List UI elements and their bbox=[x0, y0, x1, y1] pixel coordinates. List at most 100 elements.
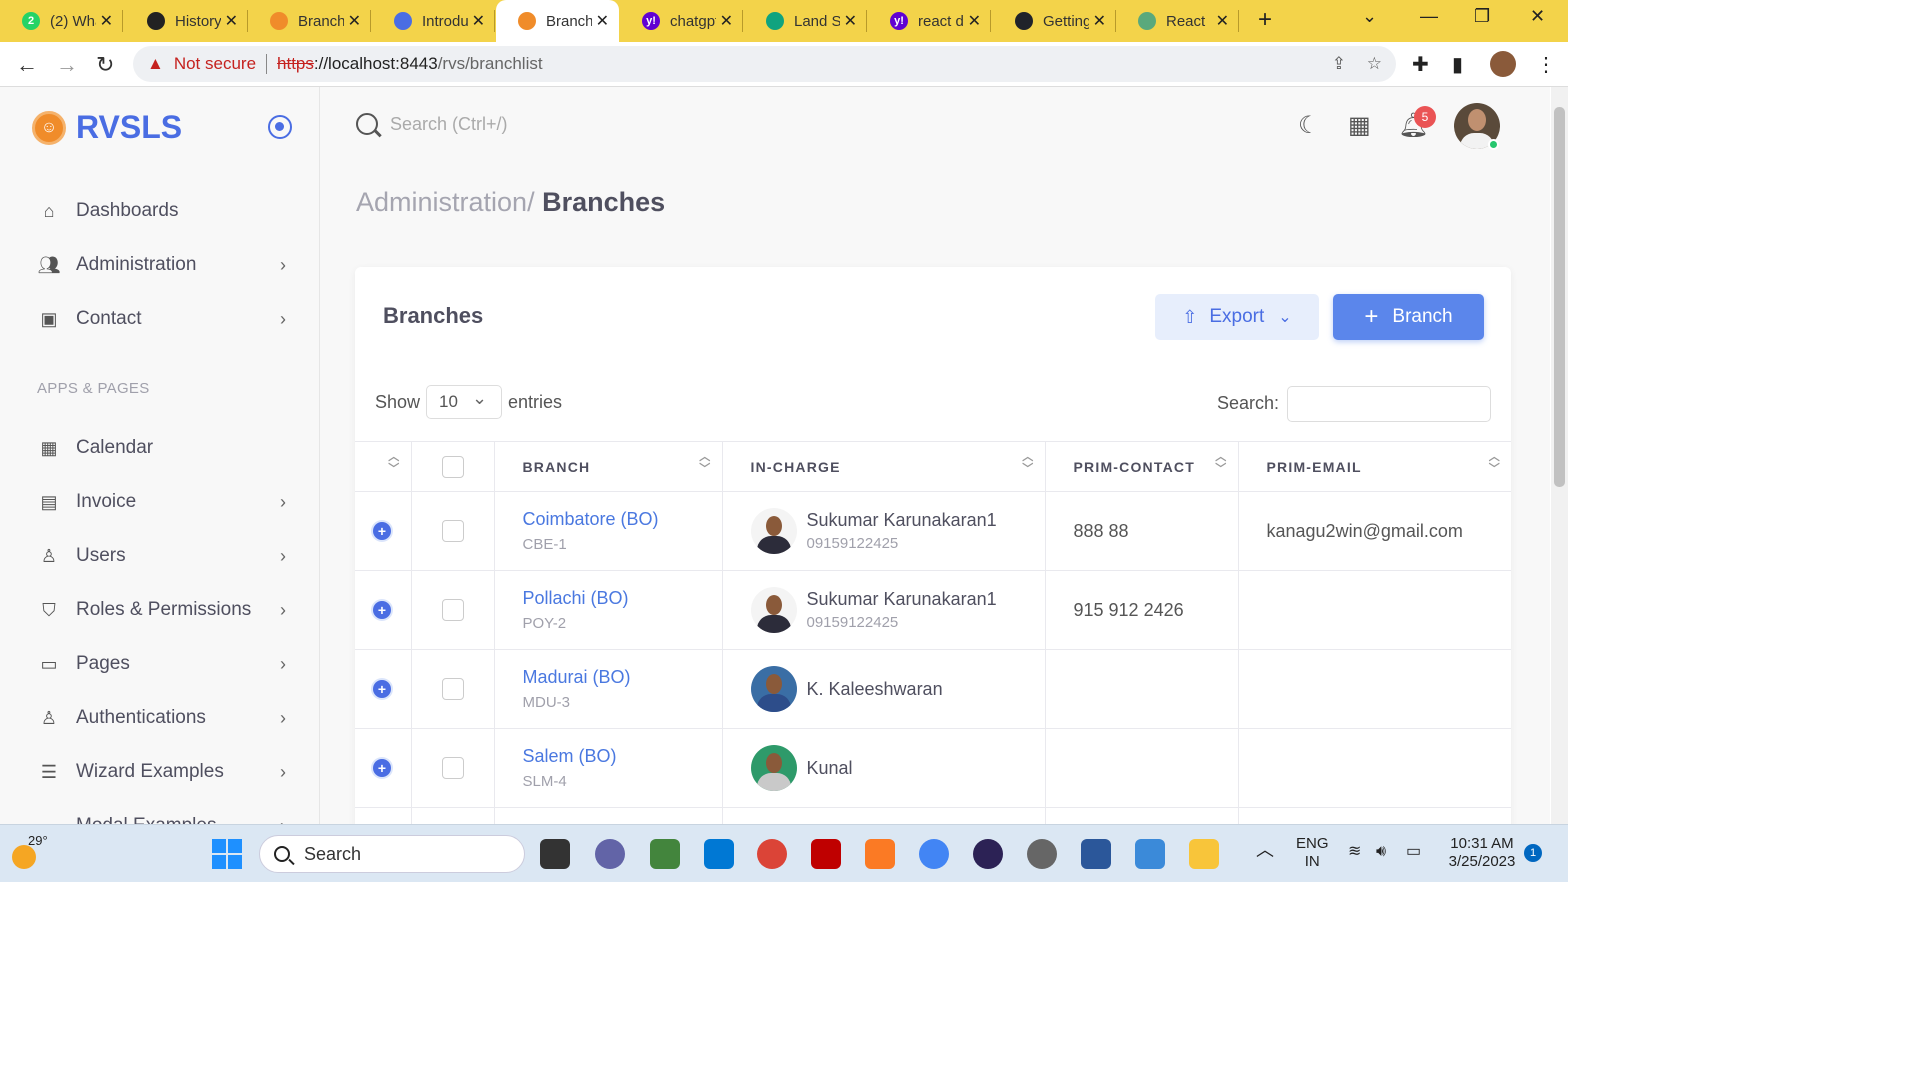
vscode-icon[interactable] bbox=[704, 839, 734, 869]
file-explorer-icon[interactable] bbox=[1189, 839, 1219, 869]
url-field[interactable]: ▲ Not secure https ://localhost:8443 /rv… bbox=[133, 46, 1396, 82]
scrollbar-thumb[interactable] bbox=[1554, 107, 1565, 487]
new-tab-button[interactable]: + bbox=[1245, 6, 1285, 34]
wifi-icon[interactable]: ≋ bbox=[1348, 843, 1361, 861]
filezilla-icon[interactable] bbox=[811, 839, 841, 869]
side-panel-icon[interactable]: ▮ bbox=[1452, 52, 1463, 77]
close-tab-icon[interactable]: ✕ bbox=[225, 11, 238, 31]
expand-row-icon[interactable]: + bbox=[373, 759, 391, 777]
browser-menu-icon[interactable]: ⋮ bbox=[1536, 52, 1556, 77]
settings-gear-icon[interactable] bbox=[1027, 839, 1057, 869]
column-header-in-charge[interactable]: IN-CHARGE ︿ ﹀ bbox=[722, 441, 1046, 492]
restore-icon[interactable]: ❐ bbox=[1474, 6, 1490, 27]
browser-tab[interactable]: y! react drawer✕ bbox=[868, 0, 991, 42]
minimize-icon[interactable]: — bbox=[1420, 6, 1438, 27]
select-all-checkbox[interactable] bbox=[441, 455, 464, 478]
row-checkbox[interactable] bbox=[441, 599, 464, 621]
close-tab-icon[interactable]: ✕ bbox=[968, 11, 981, 31]
bookmark-star-icon[interactable]: ☆ bbox=[1367, 54, 1382, 74]
table-search-input[interactable] bbox=[1287, 386, 1491, 422]
branch-name-link[interactable]: Madurai (BO) bbox=[523, 667, 722, 688]
task-view-icon[interactable] bbox=[540, 839, 570, 869]
browser-tab[interactable]: Introduction✕ bbox=[372, 0, 495, 42]
browser-tab[interactable]: Getting Started✕ bbox=[993, 0, 1116, 42]
back-icon[interactable]: ← bbox=[16, 52, 38, 78]
sidebar-item-modal-examples[interactable]: ▬ Modal Examples › bbox=[36, 806, 296, 824]
taskbar-search[interactable]: Search bbox=[259, 835, 525, 873]
close-tab-icon[interactable]: ✕ bbox=[844, 11, 857, 31]
teams-chat-icon[interactable] bbox=[595, 839, 625, 869]
sidebar-item-contact[interactable]: ▣ Contact › bbox=[36, 299, 296, 339]
sidebar-item-calendar[interactable]: ▦ Calendar bbox=[36, 428, 296, 468]
eclipse-icon[interactable] bbox=[973, 839, 1003, 869]
browser-tab[interactable]: History ✕ bbox=[125, 0, 248, 42]
page-scrollbar[interactable] bbox=[1551, 87, 1568, 824]
branch-name-link[interactable]: Coimbatore (BO) bbox=[523, 509, 722, 530]
extensions-icon[interactable]: ✚ bbox=[1412, 52, 1429, 77]
language-indicator[interactable]: ENG IN bbox=[1296, 835, 1329, 871]
brand-logo[interactable]: ☺ RVSLS bbox=[32, 109, 182, 146]
browser-tab[interactable]: React ✕ bbox=[1116, 0, 1239, 42]
forward-icon[interactable]: → bbox=[56, 52, 78, 78]
close-tab-icon[interactable]: ✕ bbox=[1216, 11, 1229, 31]
shortcuts-grid-icon[interactable]: ▦ bbox=[1348, 111, 1371, 140]
sidebar-item-users[interactable]: ♙ Users › bbox=[36, 536, 296, 576]
notification-center-badge[interactable]: 1 bbox=[1524, 844, 1542, 862]
sidebar-item-wizard-examples[interactable]: ☰ Wizard Examples › bbox=[36, 752, 296, 792]
browser-tab[interactable]: Land Surveyor✕ bbox=[744, 0, 867, 42]
add-branch-button[interactable]: + Branch bbox=[1333, 294, 1484, 340]
sidebar-item-authentications[interactable]: ♙ Authentications › bbox=[36, 698, 296, 738]
entries-select[interactable]: 10 bbox=[426, 385, 503, 419]
reload-icon[interactable]: ↻ bbox=[96, 52, 114, 78]
sidebar-item-dashboards[interactable]: ⌂ Dashboards bbox=[36, 191, 296, 231]
battery-icon[interactable]: ▭ bbox=[1406, 843, 1421, 861]
close-tab-icon[interactable]: ✕ bbox=[472, 11, 485, 31]
row-checkbox[interactable] bbox=[441, 757, 464, 779]
close-window-icon[interactable]: ✕ bbox=[1530, 6, 1545, 27]
close-tab-icon[interactable]: ✕ bbox=[348, 11, 361, 31]
word-icon[interactable] bbox=[1081, 839, 1111, 869]
dark-mode-icon[interactable]: ☾ bbox=[1298, 111, 1320, 140]
sidebar-item-pages[interactable]: ▭ Pages › bbox=[36, 644, 296, 684]
global-search[interactable]: Search (Ctrl+/) bbox=[356, 113, 508, 135]
column-header-branch[interactable]: BRANCH ︿ ﹀ bbox=[494, 441, 723, 492]
row-checkbox[interactable] bbox=[441, 520, 464, 542]
share-icon[interactable]: ⇪ bbox=[1332, 54, 1346, 74]
sidebar-toggle-icon[interactable] bbox=[268, 115, 292, 139]
export-button[interactable]: ⇧ Export ⌄ bbox=[1155, 294, 1319, 340]
browser-tab[interactable]: y! chatgpt ✕ bbox=[620, 0, 743, 42]
close-tab-icon[interactable]: ✕ bbox=[596, 11, 609, 31]
close-tab-icon[interactable]: ✕ bbox=[100, 11, 113, 31]
expand-column-header[interactable]: ︿ ﹀ bbox=[355, 441, 412, 492]
clock[interactable]: 10:31 AM 3/25/2023 bbox=[1444, 835, 1520, 871]
column-header-prim-contact[interactable]: PRIM-CONTACT ︿ ﹀ bbox=[1045, 441, 1239, 492]
sidebar-item-roles-permissions[interactable]: ⛉ Roles & Permissions › bbox=[36, 590, 296, 630]
start-button[interactable] bbox=[212, 839, 242, 869]
branch-name-link[interactable]: Salem (BO) bbox=[523, 746, 722, 767]
browser-tab[interactable]: Branches✕ bbox=[248, 0, 371, 42]
browser-tab[interactable]: 2 (2) WhatsApp✕ bbox=[0, 0, 123, 42]
sidebar-item-administration[interactable]: 👥︎ Administration › bbox=[36, 245, 296, 285]
profile-avatar-icon[interactable] bbox=[1490, 51, 1516, 77]
sidebar-item-invoice[interactable]: ▤ Invoice › bbox=[36, 482, 296, 522]
show-hidden-icons-icon[interactable]: ︿ bbox=[1256, 841, 1274, 859]
chrome-icon[interactable] bbox=[757, 839, 787, 869]
expand-row-icon[interactable]: + bbox=[373, 680, 391, 698]
chrome-active-icon[interactable] bbox=[919, 839, 949, 869]
xampp-icon[interactable] bbox=[865, 839, 895, 869]
close-tab-icon[interactable]: ✕ bbox=[1093, 11, 1106, 31]
close-tab-icon[interactable]: ✕ bbox=[720, 11, 733, 31]
weather-widget[interactable]: 29° bbox=[12, 833, 48, 874]
breadcrumb-parent[interactable]: Administration/ bbox=[356, 187, 535, 217]
branch-name-link[interactable]: Pollachi (BO) bbox=[523, 588, 722, 609]
tab-search-icon[interactable]: ⌄ bbox=[1362, 6, 1377, 27]
column-header-prim-email[interactable]: PRIM-EMAIL ︿ ﹀ bbox=[1238, 441, 1511, 492]
row-checkbox[interactable] bbox=[441, 678, 464, 700]
browser-tab[interactable]: Branches✕ bbox=[496, 0, 619, 42]
expand-row-icon[interactable]: + bbox=[373, 522, 391, 540]
expand-row-icon[interactable]: + bbox=[373, 601, 391, 619]
notepad-icon[interactable] bbox=[1135, 839, 1165, 869]
volume-icon[interactable]: 🔊︎ bbox=[1376, 843, 1386, 861]
yahoo-icon: y! bbox=[890, 12, 908, 30]
nodejs-icon[interactable] bbox=[650, 839, 680, 869]
